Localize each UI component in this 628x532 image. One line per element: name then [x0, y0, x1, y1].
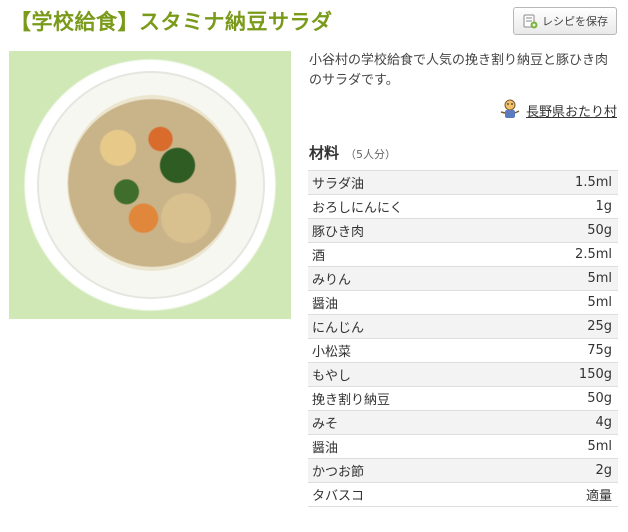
author-link[interactable]: 長野県おたり村: [498, 98, 617, 122]
ingredient-row: 醤油 5ml: [308, 434, 618, 459]
ingredient-row: もやし 150g: [308, 362, 618, 387]
ingredient-name: 醤油: [308, 290, 519, 315]
ingredient-amount: 50g: [518, 218, 618, 243]
ingredient-name: にんじん: [308, 314, 519, 339]
ingredient-name: みそ: [308, 410, 519, 435]
ingredients-header: 材料 （5人分）: [309, 142, 396, 163]
ingredient-row: おろしにんにく 1g: [308, 194, 618, 219]
salad-food: [67, 95, 237, 271]
ingredient-row: サラダ油 1.5ml: [308, 170, 618, 195]
ingredient-name: おろしにんにく: [308, 194, 519, 219]
ingredient-amount: 5ml: [518, 434, 618, 459]
author-name[interactable]: 長野県おたり村: [526, 101, 617, 120]
ingredient-name: 豚ひき肉: [308, 218, 519, 243]
ingredient-row: 小松菜 75g: [308, 338, 618, 363]
ingredient-name: みりん: [308, 266, 519, 291]
ingredient-row: 豚ひき肉 50g: [308, 218, 618, 243]
ingredient-amount: 5ml: [518, 266, 618, 291]
ingredient-name: サラダ油: [308, 170, 519, 195]
ingredient-amount: 1.5ml: [518, 170, 618, 195]
ingredient-row: 醤油 5ml: [308, 290, 618, 315]
recipe-description: 小谷村の学校給食で人気の挽き割り納豆と豚ひき肉のサラダです。: [309, 53, 609, 88]
ingredient-row: みりん 5ml: [308, 266, 618, 291]
ingredient-name: タバスコ: [308, 482, 519, 507]
ingredient-amount: 2.5ml: [518, 242, 618, 267]
ingredient-amount: 5ml: [518, 290, 618, 315]
ingredient-row: 酒 2.5ml: [308, 242, 618, 267]
ingredient-row: タバスコ 適量: [308, 482, 618, 507]
ingredient-name: 酒: [308, 242, 519, 267]
recipe-save-icon: [522, 13, 538, 29]
ingredient-row: みそ 4g: [308, 410, 618, 435]
ingredient-amount: 75g: [518, 338, 618, 363]
ingredients-table: サラダ油 1.5ml おろしにんにく 1g 豚ひき肉 50g 酒 2.5ml み…: [308, 170, 618, 507]
recipe-title: 【学校給食】スタミナ納豆サラダ: [10, 10, 333, 34]
ingredient-amount: 150g: [518, 362, 618, 387]
ingredient-amount: 50g: [518, 386, 618, 411]
ingredient-row: 挽き割り納豆 50g: [308, 386, 618, 411]
save-recipe-button[interactable]: レシピを保存: [513, 7, 617, 35]
servings: （5人分）: [345, 148, 397, 161]
ingredient-amount: 25g: [518, 314, 618, 339]
ingredients-heading: 材料: [309, 144, 340, 162]
mascot-icon: [498, 98, 522, 122]
recipe-photo: [9, 51, 291, 319]
ingredient-name: かつお節: [308, 458, 519, 483]
save-recipe-label: レシピを保存: [542, 15, 608, 28]
ingredient-amount: 4g: [518, 410, 618, 435]
ingredient-name: 醤油: [308, 434, 519, 459]
ingredient-amount: 2g: [518, 458, 618, 483]
ingredient-name: 小松菜: [308, 338, 519, 363]
ingredient-name: 挽き割り納豆: [308, 386, 519, 411]
ingredient-amount: 適量: [518, 482, 618, 507]
ingredient-row: にんじん 25g: [308, 314, 618, 339]
ingredient-amount: 1g: [518, 194, 618, 219]
ingredient-name: もやし: [308, 362, 519, 387]
ingredient-row: かつお節 2g: [308, 458, 618, 483]
